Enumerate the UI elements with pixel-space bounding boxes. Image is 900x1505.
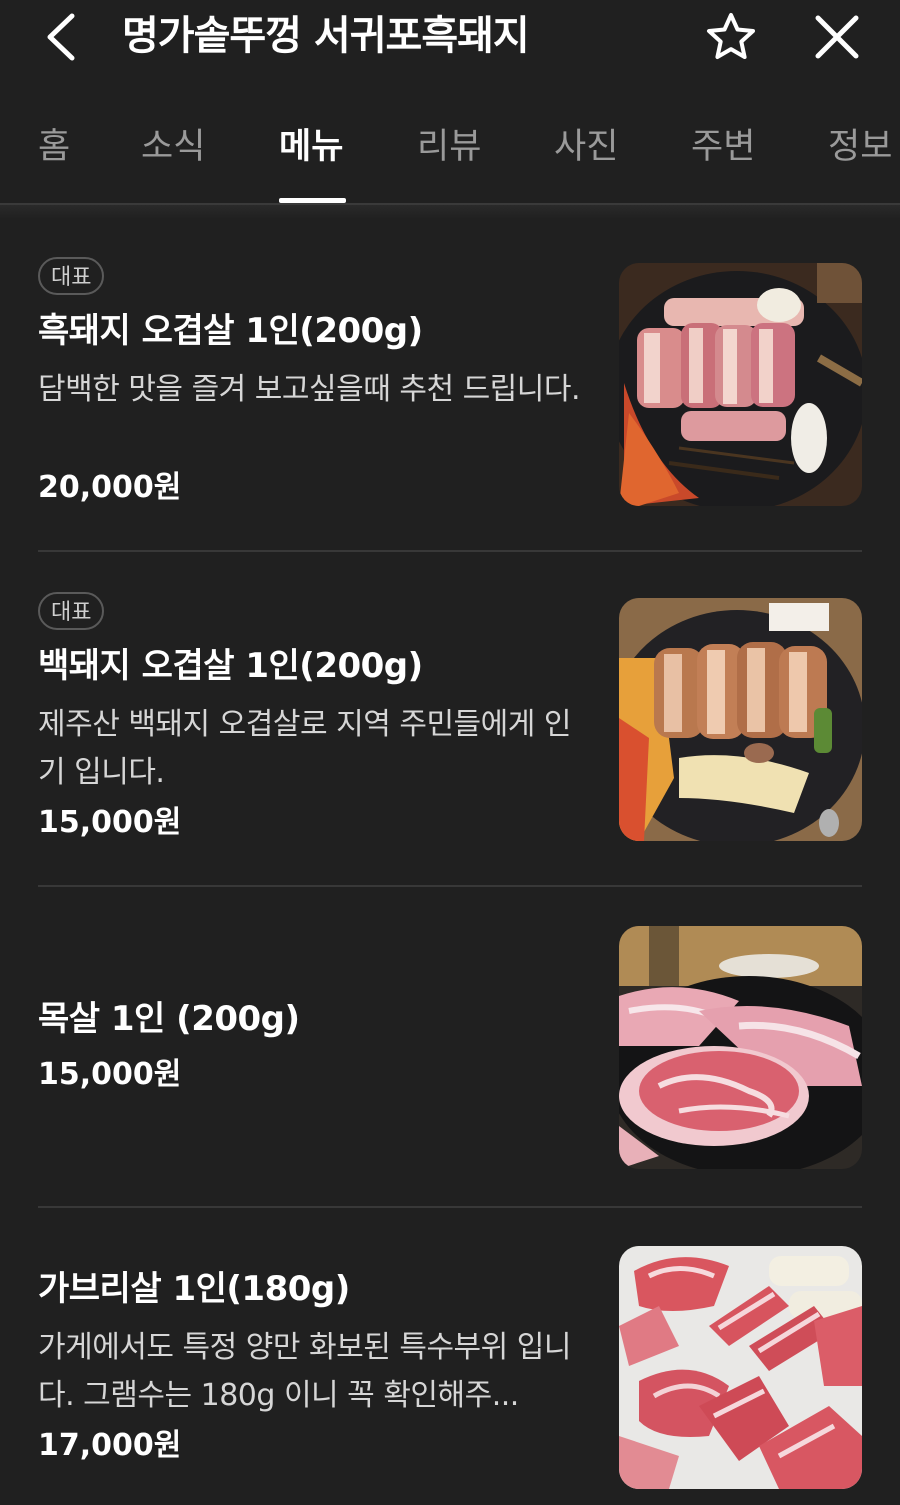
menu-item-photo[interactable] (619, 1246, 862, 1489)
tab-shadow (0, 205, 900, 219)
tab-home[interactable]: 홈 (38, 122, 70, 172)
tab-reviews[interactable]: 리뷰 (417, 122, 481, 172)
menu-item-photo[interactable] (619, 598, 862, 841)
signature-badge: 대표 (38, 257, 105, 295)
menu-item-price: 15,000원 (38, 805, 182, 840)
menu-item[interactable]: 대표 백돼지 오겹살 1인(200g) 제주산 백돼지 오겹살로 지역 주민들에… (0, 575, 900, 887)
menu-item-name: 백돼지 오겹살 1인(200g) (38, 646, 423, 686)
back-button[interactable] (38, 8, 88, 66)
item-divider (38, 1206, 862, 1208)
top-bar: 명가솥뚜껑 서귀포흑돼지 (0, 0, 900, 80)
tab-menu[interactable]: 메뉴 (279, 122, 343, 172)
close-icon (815, 15, 859, 59)
chevron-left-icon (47, 13, 75, 61)
favorite-button[interactable] (704, 10, 758, 64)
star-outline-icon (707, 13, 755, 59)
menu-item[interactable]: 목살 1인 (200g) 15,000원 (0, 910, 900, 1208)
menu-item-price: 20,000원 (38, 470, 182, 505)
menu-item-name: 목살 1인 (200g) (38, 999, 300, 1039)
item-divider (38, 550, 862, 552)
page-title: 명가솥뚜껑 서귀포흑돼지 (122, 13, 530, 59)
menu-item-description: 제주산 백돼지 오겹살로 지역 주민들에게 인기 입니다. (38, 707, 571, 790)
menu-item-photo[interactable] (619, 263, 862, 506)
menu-item-description: 가게에서도 특정 양만 화보된 특수부위 입니다. 그램수는 180g 이니 꼭… (38, 1330, 571, 1413)
menu-item[interactable]: 가브리살 1인(180g) 가게에서도 특정 양만 화보된 특수부위 입니다. … (0, 1230, 900, 1505)
tab-info[interactable]: 정보 (828, 122, 892, 172)
signature-badge: 대표 (38, 592, 105, 630)
menu-item-price: 17,000원 (38, 1428, 182, 1463)
menu-item-name: 흑돼지 오겹살 1인(200g) (38, 311, 423, 351)
tab-news[interactable]: 소식 (141, 122, 205, 172)
close-button[interactable] (810, 10, 864, 64)
menu-item-name: 가브리살 1인(180g) (38, 1269, 350, 1309)
menu-item-photo[interactable] (619, 926, 862, 1169)
menu-item[interactable]: 대표 흑돼지 오겹살 1인(200g) 담백한 맛을 즐겨 보고싶을때 추천 드… (0, 240, 900, 552)
menu-item-description: 담백한 맛을 즐겨 보고싶을때 추천 드립니다. (38, 372, 581, 407)
menu-item-price: 15,000원 (38, 1057, 182, 1092)
tab-nearby[interactable]: 주변 (691, 122, 755, 172)
tab-bar: 홈 소식 메뉴 리뷰 사진 주변 정보 (0, 110, 900, 204)
item-divider (38, 885, 862, 887)
tab-photos[interactable]: 사진 (554, 122, 618, 172)
